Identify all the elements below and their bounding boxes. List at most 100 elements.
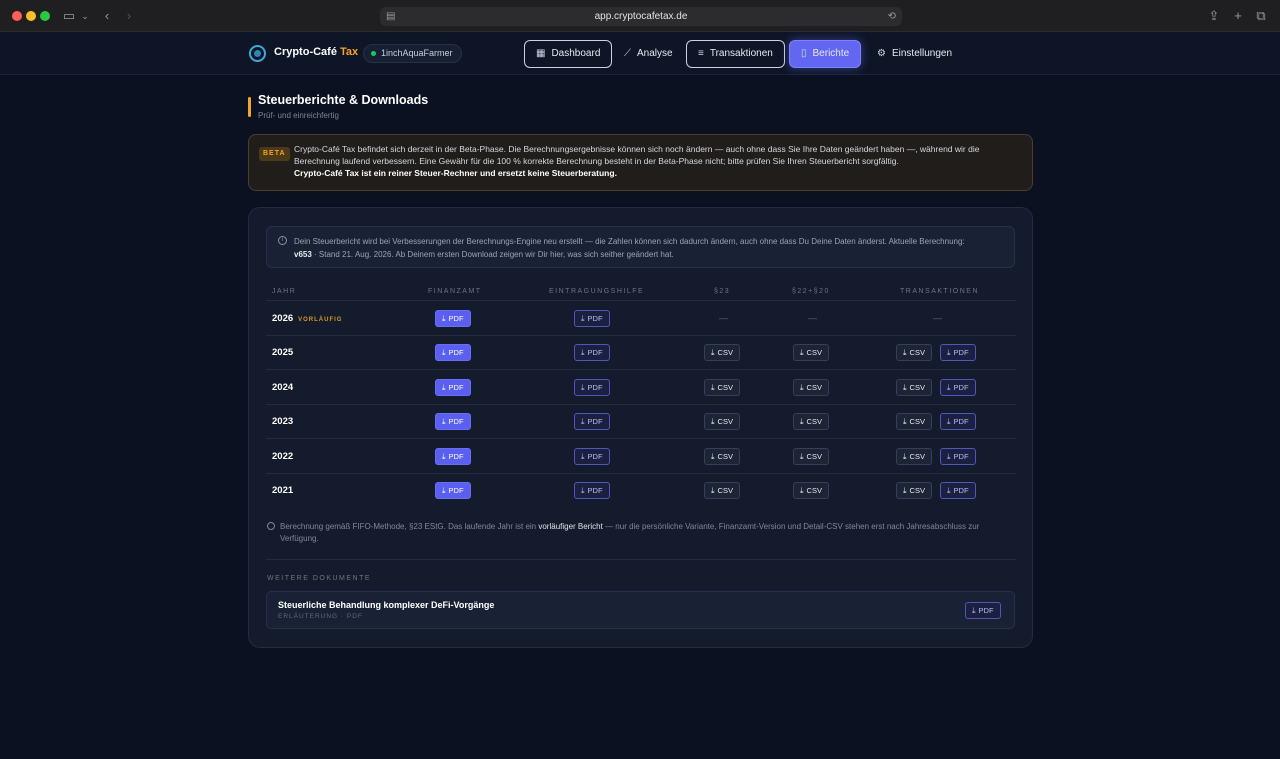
finanzamt-pdf-button-2021[interactable]: ⤓ PDF [435,482,471,499]
p22-csv-button-2022[interactable]: ⤓ CSV [793,447,829,465]
page-settings-icon[interactable]: ▤ [386,7,395,26]
nav-label: Berichte [812,48,850,59]
tx-pdf-button-2023[interactable]: ⤓ PDF [940,413,976,431]
header-divider [266,300,1016,301]
download-icon: ⤓ [581,417,585,427]
p22-csv-button-2021[interactable]: ⤓ CSV [793,482,829,499]
btn-label: PDF [448,486,464,495]
download-icon: ⤓ [442,486,446,495]
btn-label: PDF [587,417,603,427]
p23-csv-button-2025[interactable]: ⤓ CSV [704,344,740,362]
maximize-window-button[interactable] [40,11,50,21]
btn-label: PDF [953,382,969,392]
finanzamt-pdf-button-2025[interactable]: ⤓ PDF [435,344,471,362]
finanzamt-pdf-button-2023[interactable]: ⤓ PDF [435,413,471,431]
eintragungshilfe-pdf-button-2023[interactable]: ⤓ PDF [574,413,610,431]
tx-csv-button-2021[interactable]: ⤓ CSV [896,482,932,499]
btn-label: PDF [587,314,603,323]
p23-csv-button-2022[interactable]: ⤓ CSV [704,447,740,465]
btn-label: PDF [587,451,603,461]
col-header-p22: §22+§20 [792,288,830,295]
year-label: 2021 [272,485,294,496]
tx-csv-button-2024[interactable]: ⤓ CSV [896,378,932,396]
forward-icon[interactable]: › [122,6,136,26]
btn-label: PDF [448,314,464,323]
share-icon[interactable]: ⇪ [1207,6,1221,26]
download-icon: ⤓ [800,348,804,358]
p22-csv-button-2024[interactable]: ⤓ CSV [793,378,829,396]
download-icon: ⤓ [947,348,951,358]
eintragungshilfe-pdf-button-2021[interactable]: ⤓ PDF [574,482,610,499]
btn-label: PDF [587,348,603,358]
p23-empty: — [719,313,728,323]
browser-toolbar: ▭ ⌄ ‹ › ▤ app.cryptocafetax.de ⟲ ⇪ + ⧉ [0,0,1280,32]
info-icon: i [278,236,287,245]
tx-pdf-button-2022[interactable]: ⤓ PDF [940,447,976,465]
tx-pdf-button-2021[interactable]: ⤓ PDF [940,482,976,499]
beta-notice: BETA Crypto-Café Tax befindet sich derze… [248,134,1033,191]
eintragungshilfe-pdf-button-2025[interactable]: ⤓ PDF [574,344,610,362]
btn-label: CSV [717,486,733,495]
close-window-button[interactable] [12,11,22,21]
nav-analyse[interactable]: ⟋ Analyse [613,40,684,68]
finanzamt-pdf-button-2022[interactable]: ⤓ PDF [435,447,471,465]
btn-label: PDF [448,348,464,358]
btn-label: CSV [717,417,733,427]
doc-item: Steuerliche Behandlung komplexer DeFi-Vo… [266,591,1015,629]
method-footnote: Berechnung gemäß FIFO-Methode, §23 EStG.… [267,521,1010,545]
download-icon: ⤓ [442,382,446,392]
eintragungshilfe-pdf-button-2022[interactable]: ⤓ PDF [574,447,610,465]
eintragungshilfe-pdf-button-2024[interactable]: ⤓ PDF [574,378,610,396]
tabs-overview-icon[interactable]: ⧉ [1254,6,1268,26]
document-icon: ▯ [801,48,807,59]
btn-label: CSV [909,382,925,392]
tx-csv-button-2025[interactable]: ⤓ CSV [896,344,932,362]
row-year-2024: 2024 [272,382,293,393]
download-icon: ⤓ [947,486,951,495]
eintragungshilfe-pdf-button-2026[interactable]: ⤓ PDF [574,310,610,327]
brand-suffix: Tax [340,46,359,58]
back-icon[interactable]: ‹ [100,6,114,26]
col-header-year: JAHR [272,288,297,295]
minimize-window-button[interactable] [26,11,36,21]
tx-pdf-button-2024[interactable]: ⤓ PDF [940,378,976,396]
btn-label: CSV [909,486,925,495]
user-badge[interactable]: 1inchAquaFarmer [363,44,462,63]
translate-reload-icon[interactable]: ⟲ [888,7,896,26]
p23-csv-button-2023[interactable]: ⤓ CSV [704,413,740,431]
doc-pdf-download-button[interactable]: ⤓ PDF [965,602,1001,619]
p23-csv-button-2021[interactable]: ⤓ CSV [704,482,740,499]
gear-icon: ⚙ [877,48,886,59]
tx-csv-button-2022[interactable]: ⤓ CSV [896,447,932,465]
download-icon: ⤓ [711,417,715,427]
nav-dashboard[interactable]: ▦ Dashboard [524,40,613,68]
beta-disclaimer: Crypto-Café Tax ist ein reiner Steuer-Re… [294,168,617,178]
tx-csv-button-2023[interactable]: ⤓ CSV [896,413,932,431]
download-icon: ⤓ [581,486,585,495]
finanzamt-pdf-button-2024[interactable]: ⤓ PDF [435,378,471,396]
nav-transaktionen[interactable]: ≡ Transaktionen [686,40,785,68]
chevron-down-icon[interactable]: ⌄ [80,6,90,26]
nav-berichte[interactable]: ▯ Berichte [789,40,862,68]
p23-csv-button-2024[interactable]: ⤓ CSV [704,378,740,396]
row-year-2021: 2021 [272,485,293,496]
sidebar-icon[interactable]: ▭ [61,6,77,26]
url-text: app.cryptocafetax.de [594,11,688,22]
btn-label: PDF [448,451,464,461]
new-tab-icon[interactable]: + [1231,6,1245,26]
download-icon: ⤓ [903,417,907,427]
p22-csv-button-2023[interactable]: ⤓ CSV [793,413,829,431]
address-bar[interactable]: ▤ app.cryptocafetax.de ⟲ [380,7,902,26]
year-label: 2023 [272,416,294,428]
nav-einstellungen[interactable]: ⚙ Einstellungen [866,40,963,68]
col-header-finanzamt: FINANZAMT [428,288,482,295]
download-icon: ⤓ [581,348,585,358]
btn-label: PDF [448,417,464,427]
finanzamt-pdf-button-2026[interactable]: ⤓ PDF [435,310,471,327]
p22-csv-button-2025[interactable]: ⤓ CSV [793,344,829,362]
brand-name[interactable]: Crypto-Café Tax [274,46,358,58]
brand-logo-icon [249,45,266,62]
row-divider [266,472,1016,474]
tx-pdf-button-2025[interactable]: ⤓ PDF [940,344,976,362]
nav-label: Einstellungen [891,48,953,59]
